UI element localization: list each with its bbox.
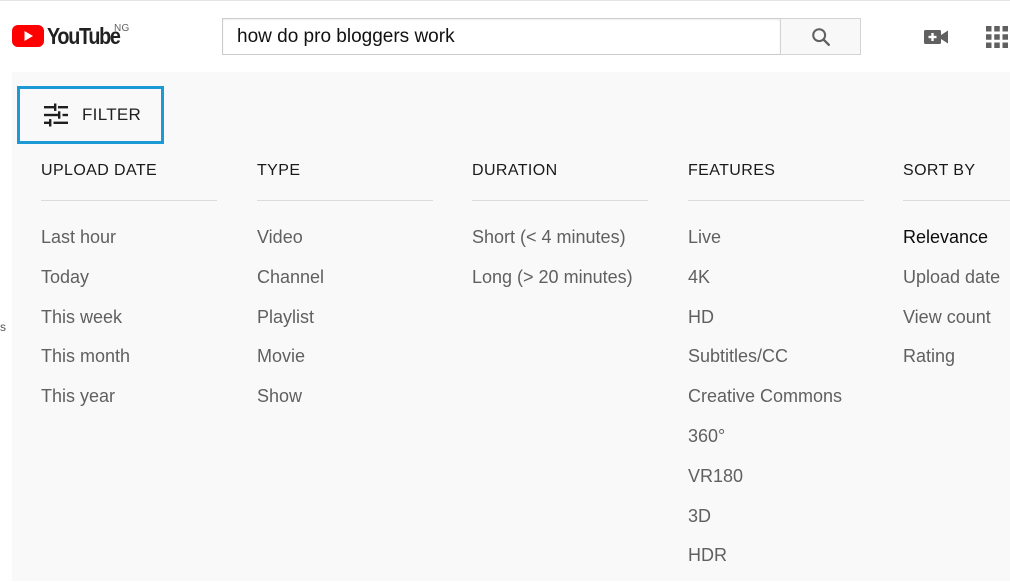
filter-option[interactable]: View count	[903, 305, 1010, 345]
filter-option[interactable]: This month	[41, 344, 217, 384]
filter-option[interactable]: HDR	[688, 543, 864, 583]
filter-option[interactable]: 4K	[688, 265, 864, 305]
filter-label: FILTER	[82, 105, 142, 124]
filter-group-title: TYPE	[257, 162, 301, 179]
youtube-play-icon	[12, 25, 44, 47]
filter-option[interactable]: Upload date	[903, 265, 1010, 305]
filter-options: Relevance Upload date View count Rating	[903, 225, 1010, 384]
filter-option[interactable]: Live	[688, 225, 864, 265]
search-icon	[811, 27, 830, 46]
tune-sliders-icon	[43, 103, 69, 127]
filter-option[interactable]: Playlist	[257, 305, 433, 345]
logo-wordmark: YouTube	[47, 23, 121, 49]
filter-group-duration: DURATION Short (< 4 minutes) Long (> 20 mi…	[472, 160, 648, 305]
filter-option[interactable]: Long (> 20 minutes)	[472, 265, 648, 305]
filter-group-title: UPLOAD DATE	[41, 162, 158, 179]
top-border	[0, 0, 1010, 1]
filter-option[interactable]: Video	[257, 225, 433, 265]
filter-option[interactable]: Channel	[257, 265, 433, 305]
country-code: NG	[114, 23, 130, 34]
filter-toggle-button[interactable]: FILTER	[17, 86, 164, 144]
filter-group-divider	[688, 200, 864, 201]
filter-option[interactable]: 3D	[688, 504, 864, 544]
apps-grid-icon	[985, 26, 1008, 48]
filter-option[interactable]: 360°	[688, 424, 864, 464]
filter-option[interactable]: Movie	[257, 344, 433, 384]
filter-option[interactable]: VR180	[688, 464, 864, 504]
filter-option[interactable]: Rating	[903, 344, 1010, 384]
filter-option[interactable]: This year	[41, 384, 217, 424]
filter-group-upload-date: UPLOAD DATE Last hour Today This week This m…	[41, 160, 217, 424]
filter-group-divider	[257, 200, 433, 201]
search-box[interactable]	[222, 18, 780, 55]
filter-group-title: DURATION	[472, 162, 558, 179]
filter-group-divider	[41, 200, 217, 201]
filter-option[interactable]: Today	[41, 265, 217, 305]
filter-group-type: TYPE Video Channel Playlist Movie Show	[257, 160, 433, 424]
filter-group-sort-by: SORT BY Relevance Upload date View count Rat…	[903, 160, 1010, 384]
filter-option[interactable]: This week	[41, 305, 217, 345]
filter-group-divider	[472, 200, 648, 201]
apps-button[interactable]	[983, 24, 1010, 50]
filter-group-title: FEATURES	[688, 162, 776, 179]
filter-option[interactable]: HD	[688, 305, 864, 345]
filter-options: Short (< 4 minutes) Long (> 20 minutes)	[472, 225, 648, 305]
filter-option[interactable]: Show	[257, 384, 433, 424]
filter-group-features: FEATURES Live 4K HD Subtitles/CC Creative Com…	[688, 160, 864, 583]
filter-option[interactable]: Short (< 4 minutes)	[472, 225, 648, 265]
search-input[interactable]	[237, 25, 757, 48]
filter-option[interactable]: Last hour	[41, 225, 217, 265]
video-camera-add-icon	[924, 30, 948, 44]
sidebar-text-fragment: s	[0, 320, 6, 334]
filter-options: Live 4K HD Subtitles/CC Creative Commons 360°…	[688, 225, 864, 583]
filter-group-title: SORT BY	[903, 162, 976, 179]
filter-group-divider	[903, 200, 1010, 201]
filter-options: Video Channel Playlist Movie Show	[257, 225, 433, 424]
search-button[interactable]	[780, 18, 861, 55]
create-video-button[interactable]	[922, 24, 950, 50]
filter-option[interactable]: Creative Commons	[688, 384, 864, 424]
filter-options: Last hour Today This week This month This ye…	[41, 225, 217, 424]
filter-option[interactable]: Relevance	[903, 225, 1010, 265]
filter-option[interactable]: Subtitles/CC	[688, 344, 864, 384]
